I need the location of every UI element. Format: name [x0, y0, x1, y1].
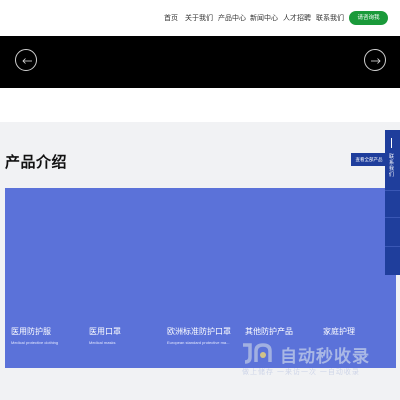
nav-item-careers[interactable]: 人才招聘 — [283, 13, 311, 23]
float-button-phone[interactable] — [385, 190, 400, 217]
hero-banner — [0, 36, 400, 88]
contact-us-label: 联系我们 — [389, 154, 395, 178]
watermark-logo-icon — [243, 343, 272, 364]
banner-prev-button[interactable] — [15, 49, 37, 71]
nav-item-products[interactable]: 产品中心 — [218, 13, 246, 23]
consult-button[interactable]: 请咨询我 — [349, 11, 388, 25]
banner-next-button[interactable] — [364, 49, 386, 71]
main-nav: 首页 关于我们 产品中心 新闻中心 人才招聘 联系我们 — [0, 13, 400, 25]
arrow-right-icon — [371, 58, 381, 64]
nav-item-home[interactable]: 首页 — [164, 13, 178, 23]
product-name: 家庭护理 — [323, 327, 355, 336]
section-spacer — [0, 88, 400, 122]
nav-item-contact[interactable]: 联系我们 — [316, 13, 344, 23]
product-name: 欧洲标准防护口罩 — [167, 327, 231, 336]
nav-item-news[interactable]: 新闻中心 — [250, 13, 278, 23]
view-all-products-button[interactable]: 查看全部产品 — [351, 153, 387, 166]
divider — [391, 138, 394, 148]
watermark-title: 自动秒收录 — [280, 347, 370, 366]
watermark-subtitle: 做上储存 一来访一次 一自动收录 — [242, 369, 360, 376]
float-button-top[interactable] — [385, 246, 400, 275]
product-name: 其他防护产品 — [245, 327, 293, 336]
arrow-left-icon — [22, 58, 32, 64]
product-name-en: Medical masks — [89, 340, 116, 345]
product-item[interactable]: 医用口罩 Medical masks — [89, 326, 121, 345]
product-name-en: Medical protective clothing — [11, 340, 59, 345]
float-button-message[interactable] — [385, 217, 400, 246]
floating-contact-bar: 联系我们 — [385, 130, 400, 275]
watermark: 自动秒收录 做上储存 一来访一次 一自动收录 — [238, 338, 388, 380]
product-name: 医用口罩 — [89, 327, 121, 336]
product-name-en: European standard protective ma... — [167, 340, 230, 345]
product-item[interactable]: 欧洲标准防护口罩 European standard protective ma… — [167, 326, 231, 345]
contact-us-tab[interactable]: 联系我们 — [385, 130, 400, 190]
site-header: 首页 关于我们 产品中心 新闻中心 人才招聘 联系我们 请咨询我 — [0, 0, 400, 36]
product-name: 医用防护服 — [11, 327, 51, 336]
product-item[interactable]: 医用防护服 Medical protective clothing — [11, 326, 58, 345]
nav-item-about[interactable]: 关于我们 — [185, 13, 213, 23]
section-title: 产品介绍 — [5, 154, 68, 171]
